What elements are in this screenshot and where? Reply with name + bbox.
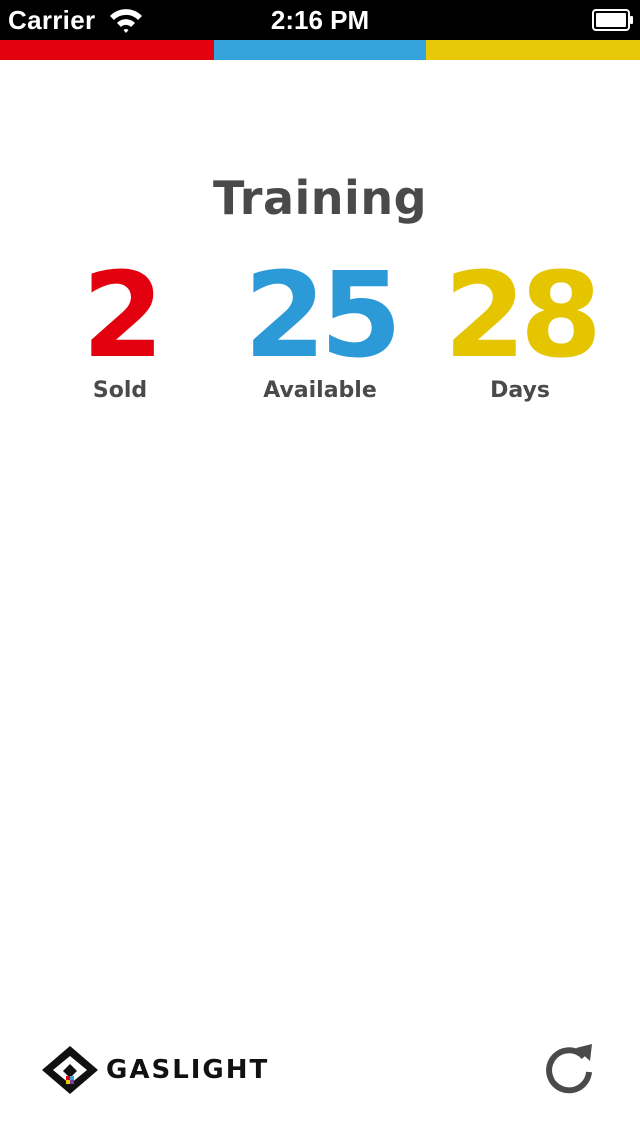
gaslight-logo-icon: [42, 1046, 98, 1094]
stat-sold-label: Sold: [92, 378, 148, 403]
stat-days: 28 Days: [410, 256, 630, 406]
stat-sold-value: 2: [81, 246, 164, 384]
color-strip-blue: [214, 40, 426, 60]
stat-days-value: 28: [443, 246, 602, 384]
status-time: 2:16 PM: [270, 5, 370, 35]
refresh-button[interactable]: [540, 1040, 598, 1098]
gaslight-logo: GASLIGHT: [40, 1044, 269, 1096]
status-bar: Carrier 2:16 PM: [0, 0, 640, 40]
color-strip: [0, 40, 640, 60]
stat-available: 25 Available: [210, 256, 430, 406]
color-strip-yellow: [426, 40, 640, 60]
gaslight-logo-text: GASLIGHT: [106, 1055, 270, 1085]
stat-available-value: 25: [243, 246, 402, 384]
stat-days-label: Days: [490, 378, 550, 403]
stat-available-label: Available: [263, 378, 377, 403]
battery-icon: [592, 9, 633, 31]
refresh-icon: [546, 1044, 592, 1094]
page-title: Training: [212, 171, 427, 225]
color-strip-red: [0, 40, 214, 60]
stat-sold: 2 Sold: [10, 256, 230, 406]
